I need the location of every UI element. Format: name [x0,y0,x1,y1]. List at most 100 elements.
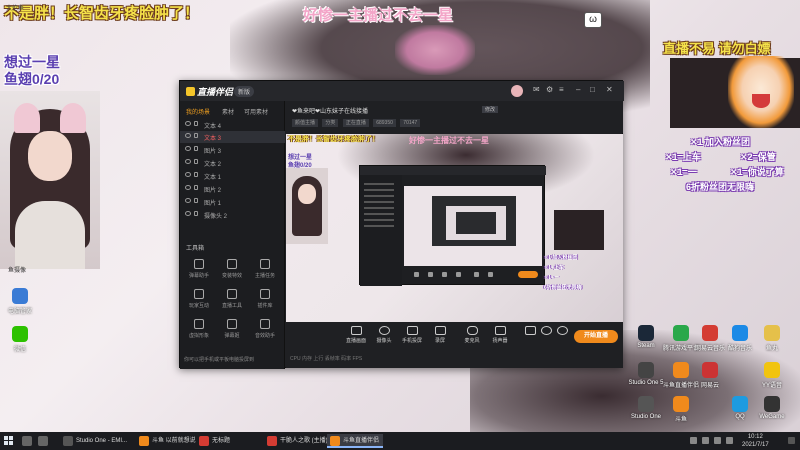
edit-room-button[interactable]: 修改 [482,106,499,113]
desktop-icon[interactable]: Studio One 5 [626,362,666,386]
lock-icon[interactable] [194,159,198,164]
settings-icon[interactable]: ⚙ [546,85,553,94]
douyu-companion-icon [330,436,340,446]
settings-icon[interactable] [556,326,568,337]
camera-button[interactable]: 摄像头 [370,326,398,344]
layer-item[interactable]: 文本 4 [180,119,285,131]
room-section[interactable]: 分类 [322,119,339,127]
desktop-icon[interactable]: 电脑管家 [0,288,40,315]
tab-materials[interactable]: 素材 [222,107,234,116]
mic-toggle-icon[interactable] [540,326,552,337]
taskbar-item[interactable]: 无标题 [196,434,234,448]
desktop-icon[interactable]: WeGame [752,396,792,420]
room-title[interactable]: ❤鱼来吧❤山东妹子在线接播 [292,106,368,115]
tool-item[interactable]: 插件库 [250,289,280,309]
lock-icon[interactable] [194,146,198,151]
windows-start-icon[interactable] [4,436,14,446]
minimize-icon[interactable]: – [576,85,580,94]
phone-cast-button[interactable]: 手机投屏 [398,326,426,344]
tab-available[interactable]: 可用素材 [244,107,268,116]
eye-icon[interactable] [185,172,191,177]
lock-icon[interactable] [194,198,198,203]
network-icon[interactable] [702,437,709,444]
maximize-icon[interactable]: □ [590,85,595,94]
room-status: 正在直播 [342,119,369,127]
room-category[interactable]: 颜值主播 [292,119,319,127]
lock-icon[interactable] [194,211,198,216]
tool-item[interactable]: 音效助手 [250,319,280,339]
preview-gift-rules: ✕1 加入粉丝团 ✕1=上车 ✕1=一 6折粉丝团无限嗨 [544,210,622,322]
douyu-icon [139,436,149,446]
lock-icon[interactable] [194,172,198,177]
task-icon [260,259,270,269]
lock-icon[interactable] [194,121,198,126]
taskbar-item[interactable]: 干脆人之歌 (主播) [264,434,332,448]
goal-line-2: 鱼翅0/20 [4,71,60,87]
scene-button[interactable]: 直播画面 [342,326,370,344]
layer-item[interactable]: 摄像头 2 [180,209,285,221]
eye-icon[interactable] [185,198,191,203]
desktop-icon[interactable]: Steam [626,325,666,349]
start-live-button[interactable]: 开始直播 [574,330,618,343]
lock-icon[interactable] [194,185,198,190]
stream-preview[interactable]: 不是胖！长智齿牙疼脸肿了！ 好惨一主播过不去一星 想过一星 鱼翅0/20 ✕1 … [286,134,623,322]
kugou-icon [732,325,748,341]
layer-item[interactable]: 文本 2 [180,157,285,169]
task-view-icon[interactable] [38,436,48,446]
tool-item[interactable]: 弹幕助手 [184,259,214,279]
app-icon [267,436,277,446]
phone-icon [406,326,418,335]
netease-icon [702,362,718,378]
tool-item[interactable]: 主播任务 [250,259,280,279]
tool-item[interactable]: 弹幕姬 [217,319,247,339]
scene-panel: 我的场景 素材 可用素材 文本 4 文本 3 图片 3 文本 2 文本 1 图片… [180,101,285,369]
scene-tabs: 我的场景 素材 可用素材 [180,105,285,117]
eye-icon[interactable] [185,185,191,190]
tool-item[interactable]: 虚拟形象 [184,319,214,339]
studio-one-icon [638,396,654,412]
avatar[interactable] [511,85,523,97]
layer-item[interactable]: 文本 1 [180,170,285,182]
projection-hint[interactable]: 你可以把手机或平板电脑投屏到 [184,356,254,363]
tool-item[interactable]: 玩家互动 [184,289,214,309]
microphone-button[interactable]: 麦克风 [458,326,486,344]
taskbar-item[interactable]: Studio One - EMI... [60,434,131,448]
taskbar-clock[interactable]: 10:12 2021/7/17 [742,433,769,449]
tool-item[interactable]: 直播工具 [217,289,247,309]
layer-item[interactable]: 图片 1 [180,196,285,208]
close-icon[interactable]: ✕ [606,85,613,94]
eye-icon[interactable] [185,211,191,216]
record-button[interactable]: 录屏 [426,326,454,344]
layer-item[interactable]: 图片 3 [180,144,285,156]
desktop-icon[interactable]: 斗鱼 [661,396,701,423]
video-icon[interactable] [524,326,536,337]
tencent-games-icon [673,325,689,341]
interaction-icon [194,289,204,299]
speaker-icon [494,326,506,335]
desktop-icon[interactable]: 网易云 [690,362,730,389]
ime-icon[interactable] [726,437,733,444]
message-icon[interactable]: ✉ [533,85,540,94]
layer-item[interactable]: 图片 2 [180,183,285,195]
download-icon [227,289,237,299]
volume-icon[interactable] [714,437,721,444]
eye-icon[interactable] [185,159,191,164]
speaker-button[interactable]: 扬声器 [486,326,514,344]
taskbar-item[interactable]: 斗鱼 以前就想说 [136,434,200,448]
desktop-icon[interactable]: 鱼丸 [752,325,792,352]
notification-icon[interactable] [788,437,795,444]
lock-icon[interactable] [194,133,198,138]
tab-my-scenes[interactable]: 我的场景 [186,107,210,116]
tray-icon[interactable] [690,437,697,444]
desktop-icon[interactable]: YY语音 [752,362,792,389]
tool-item[interactable]: 变装特效 [217,259,247,279]
eye-icon[interactable] [185,133,191,138]
search-icon[interactable] [22,436,32,446]
taskbar-item-active[interactable]: 斗鱼直播伴侣 [327,434,384,448]
desktop-icon[interactable]: Studio One [626,396,666,420]
layer-item[interactable]: 文本 3 [180,131,285,143]
menu-icon[interactable]: ≡ [559,85,564,94]
eye-icon[interactable] [185,121,191,126]
desktop-icon[interactable]: 微信 [0,326,40,353]
eye-icon[interactable] [185,146,191,151]
